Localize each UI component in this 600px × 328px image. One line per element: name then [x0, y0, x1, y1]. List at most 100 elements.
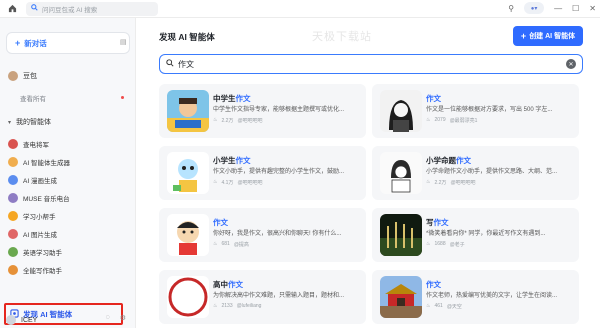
bot-card[interactable]: 高中作文 为你解决高中作文难题，只需输入题目，题材和... ♨ 2133 @lu… — [159, 270, 366, 324]
plus-icon: + — [520, 31, 527, 41]
fire-icon: ♨ — [426, 241, 431, 247]
sidebar-item-label: 查电将军 — [23, 142, 49, 149]
bot-thumbnail — [167, 276, 209, 318]
bot-title: 写作文 — [426, 217, 449, 228]
bot-usage-count: 2.2万 — [434, 180, 447, 186]
home-icon[interactable] — [4, 1, 20, 17]
fire-icon: ♨ — [213, 241, 218, 247]
fire-icon: ♨ — [213, 117, 218, 123]
bot-title-prefix: 小学生 — [213, 156, 236, 165]
bot-card[interactable]: 小学生作文 作文小助手，提供有趣完整的小学生作文，鼓励... ♨ 4.1万 @吧… — [159, 146, 366, 200]
sidebar-view-all[interactable]: 查看所有 — [6, 90, 130, 106]
bot-description: 小学命题作文小助手，提供作文思路、大纲、范... — [426, 169, 558, 175]
create-bot-button[interactable]: + 创建 AI 智能体 — [513, 26, 583, 46]
sidebar-bot-item[interactable]: AI 漫画生成 — [6, 172, 130, 188]
bot-card[interactable]: 作文 作文老师，热爱编写优美的文字，让学生在阅读... ♨ 461 @天空 — [372, 270, 579, 324]
sidebar-bot-item[interactable]: 学习小帮手 — [6, 208, 130, 224]
fire-icon: ♨ — [426, 303, 431, 309]
bot-avatar-icon — [8, 247, 18, 257]
bot-card[interactable]: 中学生作文 中学生作文指导专家，能够根据主题撰写或优化... ♨ 2.2万 @吧… — [159, 84, 366, 138]
page-title: 发现 AI 智能体 — [159, 32, 215, 42]
bot-title: 作文 — [426, 279, 441, 290]
bot-avatar-icon — [8, 193, 18, 203]
bot-description: 作文老师，热爱编写优美的文字，让学生在阅读... — [426, 293, 558, 299]
maximize-icon[interactable]: ☐ — [572, 4, 579, 13]
my-bots-header[interactable]: ▾ 我的智能体 — [6, 114, 130, 130]
bot-description: *微笑着看向你* 同学，你最近写作文有遇到... — [426, 231, 546, 237]
bot-title-highlight: 作文 — [228, 280, 243, 289]
main-content: 发现 AI 智能体 天极下载站 + 创建 AI 智能体 作文 ✕ 中学生作文 中… — [137, 18, 600, 328]
pin-icon[interactable]: ⚲ — [508, 4, 514, 13]
sidebar-item-label: 英语学习助手 — [23, 250, 62, 257]
bot-title-prefix: 小学命题 — [426, 156, 456, 165]
account-menu[interactable]: ●▾ — [524, 2, 545, 14]
bot-card[interactable]: 小学命题作文 小学命题作文小助手，提供作文思路、大纲、范... ♨ 2.2万 @… — [372, 146, 579, 200]
sidebar-bot-item[interactable]: AI 智能体生成器 — [6, 154, 130, 170]
top-search-bar[interactable]: 问问豆包或 AI 搜索 — [26, 1, 158, 16]
bot-meta: ♨ 2.2万 @吧吧吧吧 — [426, 179, 476, 186]
bot-thumbnail — [167, 152, 209, 194]
message-icon[interactable]: ◌ — [106, 314, 110, 322]
bot-title: 小学命题作文 — [426, 155, 471, 166]
bot-avatar-icon — [8, 139, 18, 149]
bot-title-highlight: 作文 — [426, 280, 441, 289]
fire-icon: ♨ — [426, 179, 431, 185]
my-bots-label: 我的智能体 — [16, 119, 52, 126]
bot-title-prefix: 写 — [426, 218, 434, 227]
sidebar-item-label: 全能写作助手 — [23, 268, 62, 275]
sidebar-item-doubao[interactable]: 豆包 — [6, 68, 130, 84]
bot-meta: ♨ 2079 @最弱漂亮1 — [426, 117, 477, 124]
bot-meta: ♨ 1688 @老子 — [426, 241, 465, 248]
bot-meta: ♨ 681 @提高 — [213, 241, 249, 248]
search-icon — [166, 59, 174, 69]
sidebar-bot-item[interactable]: 全能写作助手 — [6, 262, 130, 278]
plus-icon: + — [15, 38, 21, 48]
bot-title-prefix: 中学生 — [213, 94, 236, 103]
sidebar-bot-item[interactable]: 英语学习助手 — [6, 244, 130, 260]
bot-title-prefix: 高中 — [213, 280, 228, 289]
bot-author: @lufeiliang — [236, 303, 262, 309]
doubao-avatar-icon — [8, 71, 18, 81]
sidebar: + 新对话 ▤ 豆包 查看所有 ▾ 我的智能体 查电将军 AI 智能体生成器 A… — [0, 18, 136, 328]
bot-title-highlight: 作文 — [426, 94, 441, 103]
bot-meta: ♨ 4.1万 @吧吧吧吧 — [213, 179, 263, 186]
bot-thumbnail — [380, 276, 422, 318]
bot-usage-count: 681 — [221, 241, 230, 247]
close-icon[interactable]: ✕ — [589, 4, 596, 13]
bot-description: 为你解决高中作文难题，只需输入题目，题材和... — [213, 293, 345, 299]
bot-title-highlight: 作文 — [235, 156, 251, 165]
bot-search-input[interactable]: 作文 ✕ — [159, 54, 583, 74]
user-profile-row[interactable]: ICEY ◌ ⚙ — [0, 312, 136, 328]
watermark: 天极下载站 — [312, 31, 372, 43]
bot-description: 你好呀，我是作文，很高兴和你聊天! 你有什么... — [213, 231, 342, 237]
bot-title-highlight: 作文 — [235, 94, 251, 103]
sidebar-bot-item[interactable]: 查电将军 — [6, 136, 130, 152]
bot-thumbnail — [380, 152, 422, 194]
clear-search-icon[interactable]: ✕ — [566, 59, 576, 69]
sidebar-item-label: MUSE 音乐电台 — [23, 196, 70, 203]
bot-avatar-icon — [8, 211, 18, 221]
sidebar-item-label: AI 图片生成 — [23, 232, 57, 239]
bot-card[interactable]: 作文 作文是一位能够根据对方要求，写出 500 字左... ♨ 2079 @最弱… — [372, 84, 579, 138]
sidebar-bot-item[interactable]: MUSE 音乐电台 — [6, 190, 130, 206]
bot-description: 中学生作文指导专家，能够根据主题撰写或优化... — [213, 107, 345, 113]
new-chat-button[interactable]: + 新对话 — [6, 32, 130, 54]
view-all-label: 查看所有 — [20, 96, 46, 103]
bot-title-highlight: 作文 — [456, 156, 471, 165]
minimize-icon[interactable]: — — [554, 4, 562, 13]
bot-meta: ♨ 2133 @lufeiliang — [213, 303, 261, 309]
bot-card[interactable]: 作文 你好呀，我是作文，很高兴和你聊天! 你有什么... ♨ 681 @提高 — [159, 208, 366, 262]
bot-card[interactable]: 写作文 *微笑着看向你* 同学，你最近写作文有遇到... ♨ 1688 @老子 — [372, 208, 579, 262]
create-bot-label: 创建 AI 智能体 — [529, 33, 576, 40]
sidebar-bot-item[interactable]: AI 图片生成 — [6, 226, 130, 242]
gear-icon[interactable]: ⚙ — [120, 314, 126, 322]
bot-usage-count: 1688 — [434, 241, 446, 247]
sidebar-item-label: AI 漫画生成 — [23, 178, 57, 185]
fire-icon: ♨ — [213, 179, 218, 185]
bot-avatar-icon — [8, 265, 18, 275]
bot-avatar-icon — [8, 175, 18, 185]
logo-image — [168, 277, 208, 317]
avatar — [6, 315, 16, 325]
bot-author: @老子 — [449, 242, 465, 248]
collapse-sidebar-icon[interactable]: ▤ — [120, 38, 127, 46]
